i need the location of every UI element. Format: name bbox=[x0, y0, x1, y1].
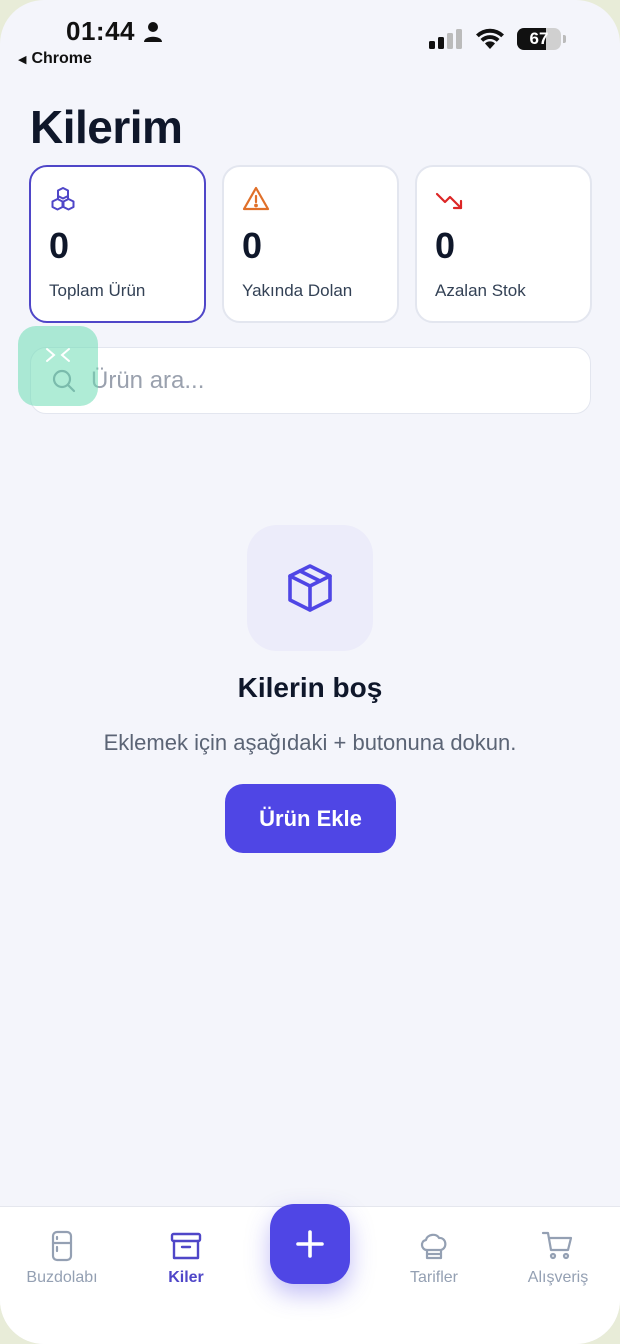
trending-down-icon bbox=[435, 192, 463, 210]
search-input[interactable] bbox=[91, 366, 531, 395]
stat-card-total[interactable]: 0 Toplam Ürün bbox=[29, 165, 206, 323]
empty-state-icon-box bbox=[247, 525, 373, 651]
back-app-label: Chrome bbox=[31, 50, 92, 67]
cart-icon bbox=[541, 1231, 573, 1260]
add-fab-button[interactable] bbox=[270, 1204, 350, 1284]
archive-box-icon bbox=[170, 1232, 202, 1260]
tab-shopping[interactable]: Alışveriş bbox=[503, 1229, 613, 1287]
status-time: 01:44 bbox=[66, 16, 163, 47]
tab-fridge[interactable]: Buzdolabı bbox=[7, 1229, 117, 1287]
stat-value: 0 bbox=[49, 225, 70, 266]
stats-row: 0 Toplam Ürün 0 Yakında Dolan 0 Azalan S… bbox=[29, 165, 592, 323]
stat-card-expiring[interactable]: 0 Yakında Dolan bbox=[222, 165, 399, 323]
back-to-app-link[interactable]: ◀ Chrome bbox=[18, 50, 92, 68]
battery-percent: 67 bbox=[529, 29, 549, 48]
person-icon bbox=[144, 21, 162, 42]
app-screen: 01:44 ◀ Chrome 67 Kilerim 0 Toplam Ürün … bbox=[0, 0, 620, 1344]
page-title: Kilerim bbox=[30, 101, 183, 153]
cubes-icon bbox=[51, 187, 75, 211]
plus-icon bbox=[296, 1230, 324, 1258]
search-bar[interactable] bbox=[30, 347, 591, 414]
stat-card-low-stock[interactable]: 0 Azalan Stok bbox=[415, 165, 592, 323]
stat-value: 0 bbox=[435, 225, 456, 266]
tab-pantry[interactable]: Kiler bbox=[131, 1229, 241, 1287]
clock: 01:44 bbox=[66, 16, 135, 46]
stat-label: Toplam Ürün bbox=[49, 281, 146, 300]
status-indicators: 67 bbox=[429, 28, 566, 50]
battery-nub bbox=[563, 35, 566, 43]
stat-label: Yakında Dolan bbox=[242, 281, 353, 300]
collapse-arrows-icon bbox=[46, 348, 70, 362]
add-product-button[interactable]: Ürün Ekle bbox=[225, 784, 396, 853]
assistive-touch-overlay[interactable] bbox=[18, 326, 98, 406]
empty-state-title: Kilerin boş bbox=[237, 672, 383, 703]
fridge-icon bbox=[51, 1230, 73, 1262]
back-triangle-icon: ◀ bbox=[18, 53, 27, 66]
wifi-icon bbox=[476, 28, 504, 49]
tab-label: Alışveriş bbox=[527, 1269, 589, 1286]
cellular-signal-icon bbox=[429, 29, 462, 49]
empty-state-description: Eklemek için aşağıdaki + butonuna dokun. bbox=[103, 730, 517, 755]
tab-label: Buzdolabı bbox=[26, 1269, 98, 1286]
chef-hat-icon bbox=[420, 1233, 447, 1260]
tab-recipes[interactable]: Tarifler bbox=[379, 1229, 489, 1287]
tab-label: Tarifler bbox=[409, 1269, 458, 1286]
battery-indicator: 67 bbox=[517, 28, 561, 50]
tab-label: Kiler bbox=[168, 1269, 204, 1286]
warning-triangle-icon bbox=[242, 186, 270, 211]
box-icon bbox=[288, 564, 332, 612]
stat-label: Azalan Stok bbox=[435, 281, 526, 300]
stat-value: 0 bbox=[242, 225, 263, 266]
